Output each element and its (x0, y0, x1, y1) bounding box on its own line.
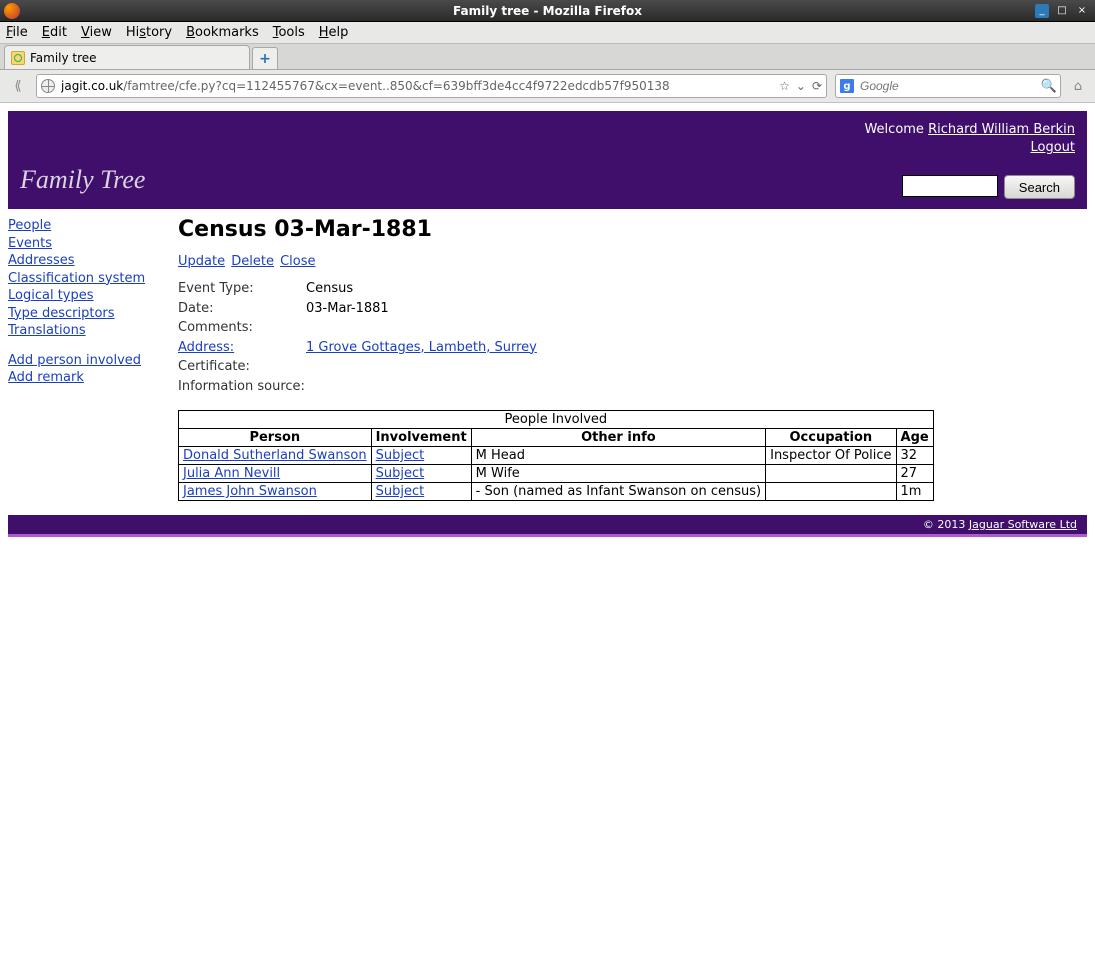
cell-info: - Son (named as Infant Swanson on census… (471, 483, 765, 501)
label-certificate: Certificate: (178, 357, 306, 377)
th-person: Person (179, 429, 372, 447)
username-link[interactable]: Richard William Berkin (928, 122, 1075, 137)
page-heading: Census 03-Mar-1881 (178, 217, 1087, 242)
value-event-type: Census (306, 279, 353, 299)
welcome-prefix: Welcome (864, 122, 928, 137)
th-occupation: Occupation (766, 429, 896, 447)
sidebar-add-person[interactable]: Add person involved (8, 352, 160, 370)
action-close[interactable]: Close (280, 254, 315, 269)
cell-age: 32 (896, 447, 933, 465)
site-search-button[interactable]: Search (1004, 175, 1075, 199)
new-tab-button[interactable]: + (252, 47, 278, 69)
search-icon[interactable]: 🔍 (1042, 79, 1056, 93)
label-event-type: Event Type: (178, 279, 306, 299)
nav-toolbar: ⟪ jagit.co.uk/famtree/cfe.py?cq=11245576… (0, 70, 1095, 103)
label-source: Information source: (178, 377, 306, 397)
url-dropdown-icon[interactable]: ⌄ (796, 79, 806, 93)
url-bar[interactable]: jagit.co.uk/famtree/cfe.py?cq=112455767&… (36, 74, 827, 98)
sidebar-add-remark[interactable]: Add remark (8, 369, 160, 387)
action-update[interactable]: Update (178, 254, 225, 269)
bookmark-star-icon[interactable]: ☆ (779, 79, 790, 93)
cell-occupation (766, 465, 896, 483)
window-title: Family tree - Mozilla Firefox (0, 4, 1095, 18)
sidebar: People Events Addresses Classification s… (8, 217, 160, 501)
menu-file[interactable]: File (6, 25, 28, 40)
site-search-input[interactable] (902, 175, 998, 197)
person-link[interactable]: Julia Ann Nevill (183, 466, 280, 481)
page-footer: © 2013 Jaguar Software Ltd (8, 515, 1087, 537)
label-comments: Comments: (178, 318, 306, 338)
search-input[interactable] (858, 78, 1038, 94)
footer-copyright: © 2013 (923, 518, 969, 531)
back-button[interactable]: ⟪ (8, 76, 28, 96)
menu-view[interactable]: View (81, 25, 112, 40)
value-date: 03-Mar-1881 (306, 299, 389, 319)
table-row: Julia Ann Nevill Subject M Wife 27 (179, 465, 934, 483)
table-caption: People Involved (178, 410, 934, 428)
menu-tools[interactable]: Tools (273, 25, 305, 40)
cell-age: 27 (896, 465, 933, 483)
site-icon (11, 51, 25, 65)
globe-icon (41, 79, 55, 93)
welcome-block: Welcome Richard William Berkin Logout (864, 121, 1075, 157)
logout-link[interactable]: Logout (1030, 140, 1075, 155)
reload-icon[interactable]: ⟳ (812, 79, 822, 93)
person-link[interactable]: Donald Sutherland Swanson (183, 448, 367, 463)
involvement-link[interactable]: Subject (376, 466, 425, 481)
search-engine-icon[interactable]: g (840, 79, 854, 93)
table-row: James John Swanson Subject - Son (named as… (179, 483, 934, 501)
search-bar[interactable]: g 🔍 (835, 74, 1061, 98)
plus-icon: + (259, 51, 271, 67)
sidebar-logical-types[interactable]: Logical types (8, 287, 160, 305)
th-age: Age (896, 429, 933, 447)
action-delete[interactable]: Delete (231, 254, 274, 269)
menu-help[interactable]: Help (319, 25, 349, 40)
url-text: jagit.co.uk/famtree/cfe.py?cq=112455767&… (61, 79, 773, 93)
label-date: Date: (178, 299, 306, 319)
cell-info: M Wife (471, 465, 765, 483)
sidebar-classification[interactable]: Classification system (8, 270, 160, 288)
sidebar-translations[interactable]: Translations (8, 322, 160, 340)
footer-company-link[interactable]: Jaguar Software Ltd (969, 518, 1077, 531)
involvement-link[interactable]: Subject (376, 484, 425, 499)
table-row: Donald Sutherland Swanson Subject M HeadIn… (179, 447, 934, 465)
people-table: People Involved Person Involvement Other… (178, 410, 934, 501)
person-link[interactable]: James John Swanson (183, 484, 317, 499)
value-address-link[interactable]: 1 Grove Gottages, Lambeth, Surrey (306, 338, 537, 358)
involvement-link[interactable]: Subject (376, 448, 425, 463)
tab-active[interactable]: Family tree (4, 45, 250, 69)
menu-history[interactable]: History (126, 25, 172, 40)
browser-menubar: File Edit View History Bookmarks Tools H… (0, 22, 1095, 44)
cell-info: M Head (471, 447, 765, 465)
main-content: Census 03-Mar-1881 Update Delete Close E… (178, 217, 1087, 501)
tab-label: Family tree (30, 51, 97, 65)
sidebar-people[interactable]: People (8, 217, 160, 235)
site-header: Welcome Richard William Berkin Logout Fa… (8, 111, 1087, 209)
cell-occupation (766, 483, 896, 501)
home-button[interactable]: ⌂ (1069, 77, 1087, 95)
sidebar-events[interactable]: Events (8, 235, 160, 253)
cell-occupation: Inspector Of Police (766, 447, 896, 465)
sidebar-addresses[interactable]: Addresses (8, 252, 160, 270)
action-links: Update Delete Close (178, 254, 1087, 269)
tab-strip: Family tree + (0, 44, 1095, 70)
th-other-info: Other info (471, 429, 765, 447)
menu-bookmarks[interactable]: Bookmarks (186, 25, 259, 40)
window-titlebar: Family tree - Mozilla Firefox _ □ × (0, 0, 1095, 22)
th-involvement: Involvement (371, 429, 471, 447)
sidebar-type-descriptors[interactable]: Type descriptors (8, 305, 160, 323)
label-address-link[interactable]: Address: (178, 340, 234, 355)
menu-edit[interactable]: Edit (42, 25, 67, 40)
cell-age: 1m (896, 483, 933, 501)
